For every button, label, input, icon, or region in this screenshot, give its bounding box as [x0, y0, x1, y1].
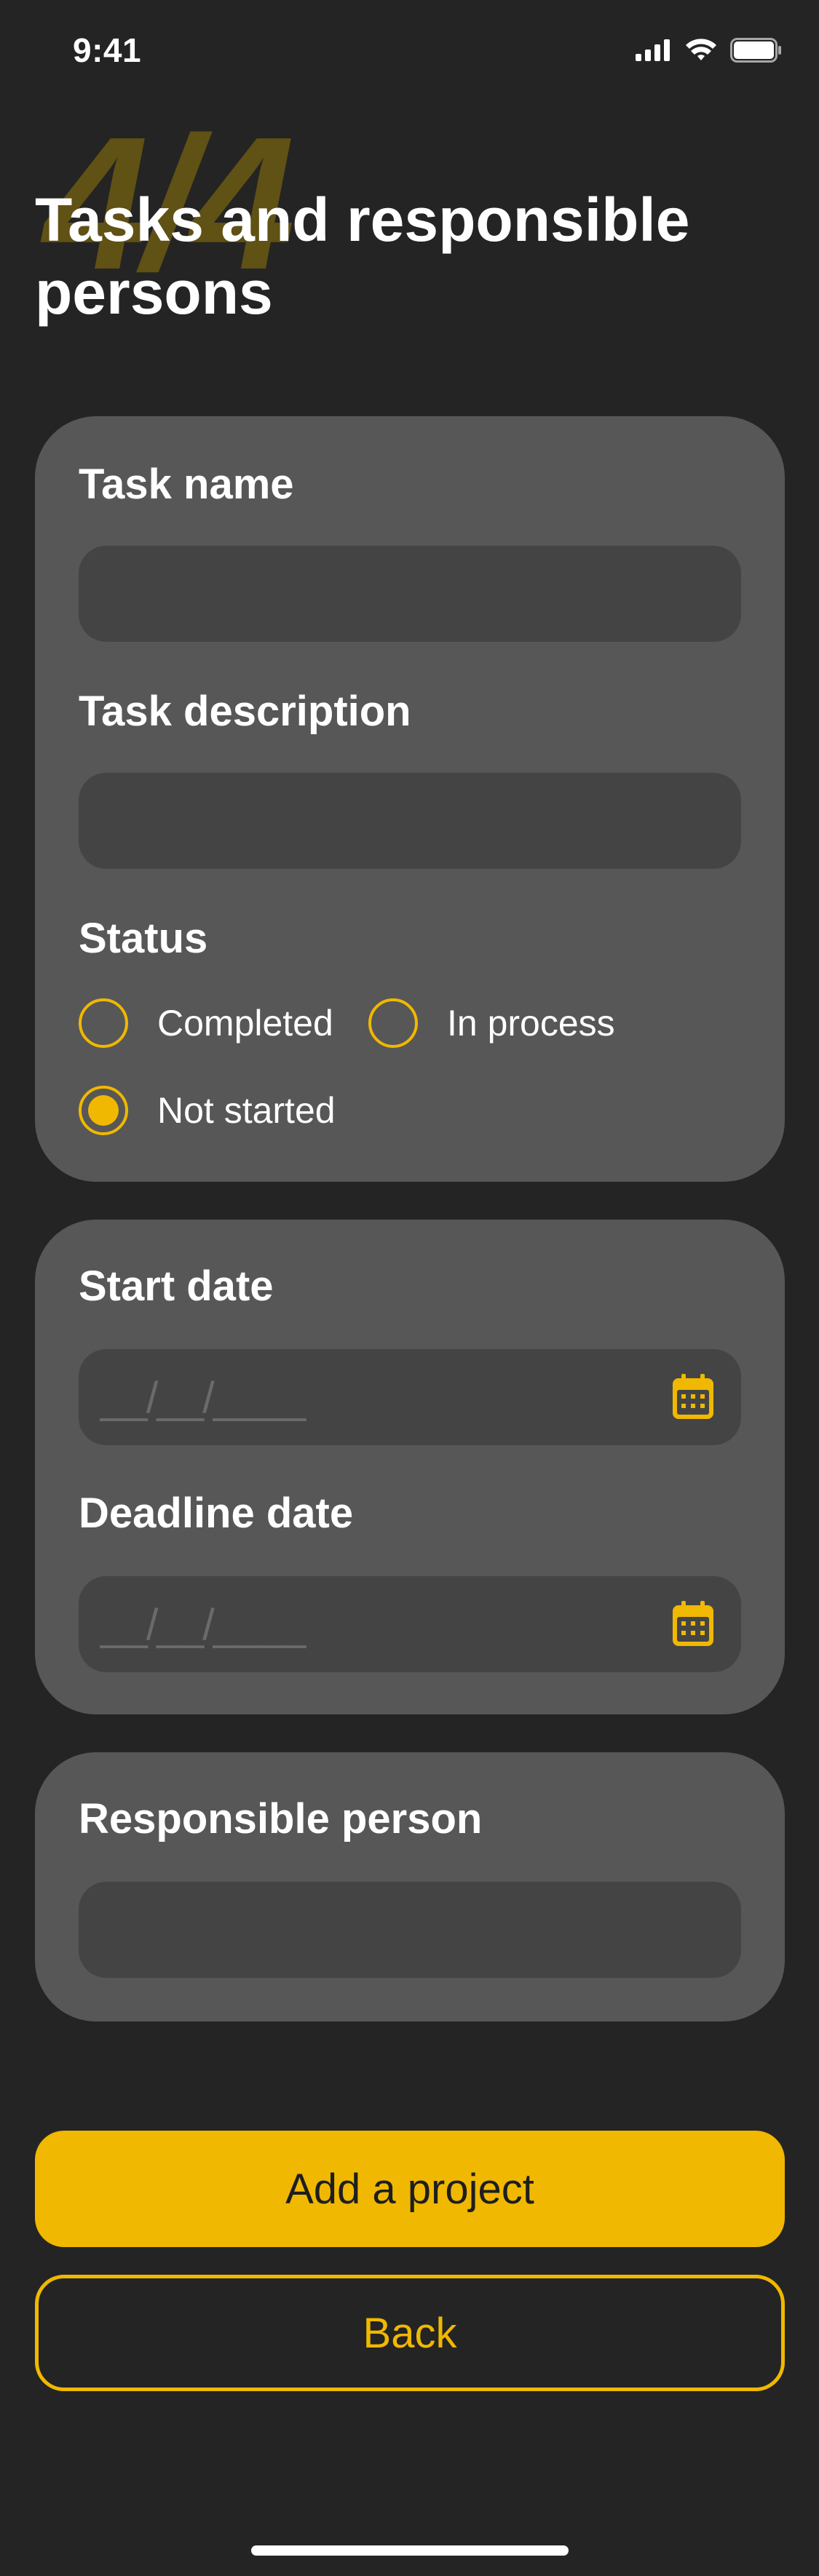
calendar-icon[interactable]: [671, 1601, 715, 1647]
status-radio-completed[interactable]: Completed: [79, 998, 333, 1048]
back-button[interactable]: Back: [35, 2275, 785, 2391]
person-card: Responsible person: [35, 1752, 785, 2022]
start-date-input[interactable]: __/__/____: [79, 1349, 741, 1445]
add-project-button[interactable]: Add a project: [35, 2131, 785, 2247]
status-label: Status: [79, 915, 208, 962]
task-name-label: Task name: [79, 461, 294, 508]
task-name-input[interactable]: [79, 546, 741, 642]
signal-icon: [636, 39, 670, 61]
calendar-icon[interactable]: [671, 1374, 715, 1420]
task-description-input[interactable]: [79, 773, 741, 869]
deadline-date-label: Deadline date: [79, 1490, 354, 1537]
radio-label: In process: [447, 1003, 615, 1043]
status-icons: [636, 38, 783, 63]
page-title: Tasks and responsible persons: [35, 186, 690, 327]
radio-circle[interactable]: [79, 998, 128, 1048]
deadline-date-input[interactable]: __/__/____: [79, 1576, 741, 1672]
radio-circle-selected[interactable]: [79, 1086, 128, 1135]
radio-label: Completed: [157, 1003, 333, 1043]
start-date-label: Start date: [79, 1263, 274, 1310]
radio-circle[interactable]: [368, 998, 418, 1048]
deadline-date-placeholder: __/__/____: [100, 1600, 306, 1649]
task-card: Task name Task description Status Comple…: [35, 416, 785, 1182]
task-description-label: Task description: [79, 688, 411, 735]
status-radio-not-started[interactable]: Not started: [79, 1086, 336, 1135]
status-time: 9:41: [73, 31, 142, 69]
wifi-icon: [686, 39, 716, 60]
radio-label: Not started: [157, 1090, 336, 1131]
status-bar: 9:41: [0, 0, 819, 102]
responsible-person-input[interactable]: [79, 1882, 741, 1978]
status-radio-in-process[interactable]: In process: [368, 998, 615, 1048]
dates-card: Start date __/__/____ Deadline date __/_…: [35, 1220, 785, 1714]
responsible-person-label: Responsible person: [79, 1795, 483, 1842]
battery-icon: [730, 38, 781, 63]
home-indicator: [251, 2545, 569, 2556]
start-date-placeholder: __/__/____: [100, 1373, 306, 1422]
